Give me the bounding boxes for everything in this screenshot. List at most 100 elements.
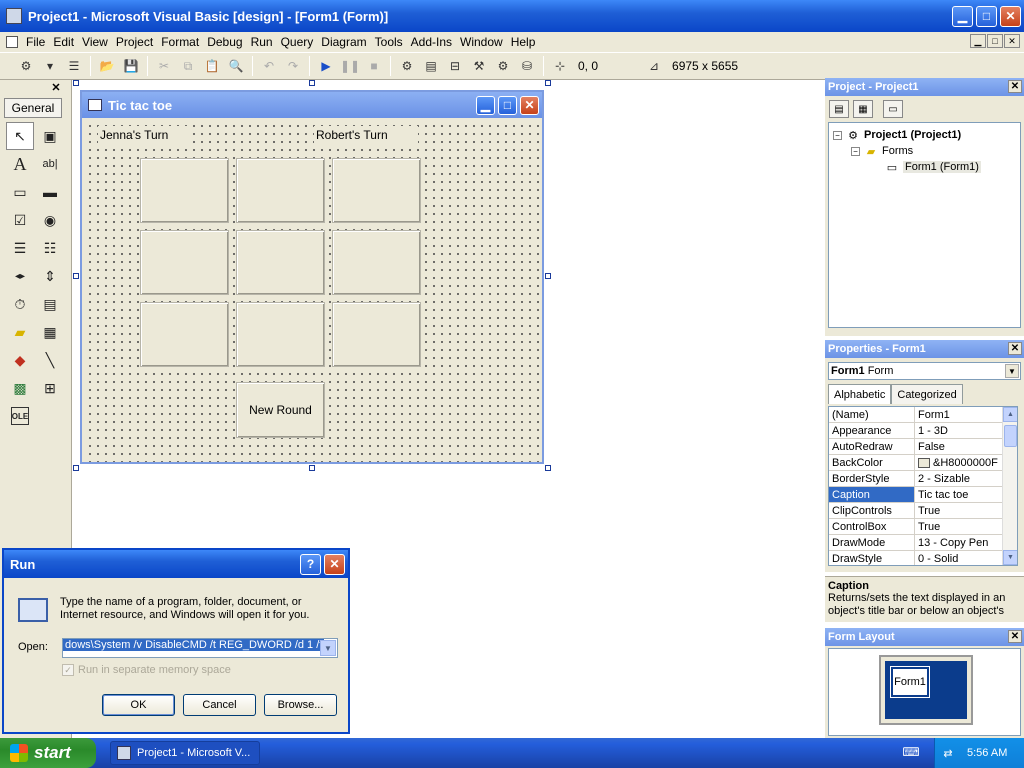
keyboard-icon[interactable]: ⌨	[902, 745, 919, 759]
resize-handle[interactable]	[545, 80, 551, 86]
run-dialog-title-bar[interactable]: Run ? ✕	[4, 550, 348, 578]
shape-tool-icon[interactable]: ◆	[6, 346, 34, 374]
mdi-close-button[interactable]: ✕	[1004, 34, 1020, 48]
form-layout-close-button[interactable]: ✕	[1008, 630, 1022, 643]
menu-format[interactable]: Format	[157, 35, 203, 49]
collapse-icon[interactable]: −	[833, 130, 842, 140]
project-explorer-icon[interactable]: ⚙	[397, 56, 417, 76]
board-cell[interactable]	[236, 158, 325, 223]
mdi-minimize-button[interactable]: ▁	[970, 34, 986, 48]
tree-node-project[interactable]: − ⚙ Project1 (Project1)	[833, 129, 961, 142]
form-maximize-button[interactable]: □	[498, 95, 517, 115]
save-project-icon[interactable]: 💾	[121, 56, 141, 76]
toggle-folders-icon[interactable]: ▭	[883, 100, 903, 118]
browse-button[interactable]: Browse...	[264, 694, 337, 716]
form-canvas[interactable]: Jenna's Turn Robert's Turn New Round	[84, 120, 540, 462]
property-row[interactable]: ClipControls True	[829, 503, 1017, 519]
mdi-restore-button[interactable]: □	[987, 34, 1003, 48]
frame-tool-icon[interactable]: ▭	[6, 178, 34, 206]
vb-app-icon[interactable]	[6, 8, 22, 24]
form-minimize-button[interactable]: ▁	[476, 95, 495, 115]
resize-handle[interactable]	[73, 80, 79, 86]
ole-tool-icon[interactable]: OLE	[11, 407, 29, 425]
resize-handle[interactable]	[545, 273, 551, 279]
object-browser-icon[interactable]: ⚒	[469, 56, 489, 76]
resize-handle[interactable]	[309, 80, 315, 86]
line-tool-icon[interactable]: ╲	[36, 346, 64, 374]
break-icon[interactable]: ❚❚	[340, 56, 360, 76]
document-icon[interactable]	[6, 36, 18, 48]
add-form-icon[interactable]: ▾	[40, 56, 60, 76]
open-input[interactable]: dows\System /v DisableCMD /t REG_DWORD /…	[62, 638, 338, 658]
menu-editor-icon[interactable]: ☰	[64, 56, 84, 76]
start-button[interactable]: start	[0, 738, 96, 768]
view-code-icon[interactable]: ▤	[829, 100, 849, 118]
paste-icon[interactable]: 📋	[202, 56, 222, 76]
scrollbar-thumb[interactable]	[1004, 425, 1017, 447]
player2-turn-label[interactable]: Robert's Turn	[314, 126, 418, 144]
cancel-button[interactable]: Cancel	[183, 694, 256, 716]
hscrollbar-tool-icon[interactable]: ◂▸	[6, 262, 34, 290]
resize-handle[interactable]	[73, 465, 79, 471]
scroll-down-icon[interactable]: ▼	[1003, 550, 1017, 565]
combobox-tool-icon[interactable]: ☰	[6, 234, 34, 262]
maximize-button[interactable]: □	[976, 5, 997, 27]
separate-memory-checkbox[interactable]: ✓	[62, 664, 74, 676]
menu-view[interactable]: View	[78, 35, 112, 49]
open-project-icon[interactable]: 📂	[97, 56, 117, 76]
filelistbox-tool-icon[interactable]: ▦	[36, 318, 64, 346]
close-button[interactable]: ✕	[1000, 5, 1021, 27]
property-row[interactable]: ControlBox True	[829, 519, 1017, 535]
resize-handle[interactable]	[545, 465, 551, 471]
menu-edit[interactable]: Edit	[49, 35, 78, 49]
property-row[interactable]: DrawMode 13 - Copy Pen	[829, 535, 1017, 551]
player1-turn-label[interactable]: Jenna's Turn	[98, 126, 188, 144]
ok-button[interactable]: OK	[102, 694, 175, 716]
board-cell[interactable]	[140, 302, 229, 367]
property-row[interactable]: (Name) Form1	[829, 407, 1017, 423]
optionbutton-tool-icon[interactable]: ◉	[36, 206, 64, 234]
board-cell[interactable]	[236, 230, 325, 295]
tree-node-forms[interactable]: − ▰ Forms	[851, 145, 913, 158]
menu-run[interactable]: Run	[247, 35, 277, 49]
menu-tools[interactable]: Tools	[371, 35, 407, 49]
minimize-button[interactable]: ▁	[952, 5, 973, 27]
object-selector[interactable]: Form1 Form ▼	[828, 362, 1021, 380]
board-cell[interactable]	[140, 158, 229, 223]
properties-panel-close-button[interactable]: ✕	[1008, 342, 1022, 355]
property-row[interactable]: DrawStyle 0 - Solid	[829, 551, 1017, 565]
tree-node-form1[interactable]: ▭ Form1 (Form1)	[885, 161, 981, 174]
listbox-tool-icon[interactable]: ☷	[36, 234, 64, 262]
property-row[interactable]: Appearance 1 - 3D	[829, 423, 1017, 439]
run-close-button[interactable]: ✕	[324, 553, 345, 575]
tab-categorized[interactable]: Categorized	[891, 384, 963, 404]
board-cell[interactable]	[332, 158, 421, 223]
timer-tool-icon[interactable]: ⏱	[6, 290, 34, 318]
resize-handle[interactable]	[309, 465, 315, 471]
resize-handle[interactable]	[73, 273, 79, 279]
layout-form-preview[interactable]: Form1	[890, 666, 930, 698]
toolbox-icon[interactable]: ⚙	[493, 56, 513, 76]
property-row-selected[interactable]: Caption Tic tac toe	[829, 487, 1017, 503]
toolbox-general-tab[interactable]: General	[4, 98, 62, 118]
vscrollbar-tool-icon[interactable]: ⇕	[36, 262, 64, 290]
copy-icon[interactable]: ⧉	[178, 56, 198, 76]
board-cell[interactable]	[332, 230, 421, 295]
property-row[interactable]: AutoRedraw False	[829, 439, 1017, 455]
board-cell[interactable]	[236, 302, 325, 367]
collapse-icon[interactable]: −	[851, 146, 860, 156]
form-title-bar[interactable]: Tic tac toe ▁ □ ✕	[82, 92, 542, 118]
redo-icon[interactable]: ↷	[283, 56, 303, 76]
scroll-up-icon[interactable]: ▲	[1003, 407, 1017, 422]
menu-query[interactable]: Query	[277, 35, 318, 49]
taskbar-item-vb[interactable]: Project1 - Microsoft V...	[110, 741, 260, 765]
data-tool-icon[interactable]: ⊞	[36, 374, 64, 402]
start-icon[interactable]: ▶	[316, 56, 336, 76]
view-object-icon[interactable]: ▦	[853, 100, 873, 118]
property-row[interactable]: BorderStyle 2 - Sizable	[829, 471, 1017, 487]
textbox-tool-icon[interactable]: ab|	[36, 150, 64, 178]
menu-add-ins[interactable]: Add-Ins	[407, 35, 456, 49]
form-close-button[interactable]: ✕	[520, 95, 539, 115]
board-cell[interactable]	[140, 230, 229, 295]
chevron-down-icon[interactable]: ▼	[320, 640, 336, 656]
